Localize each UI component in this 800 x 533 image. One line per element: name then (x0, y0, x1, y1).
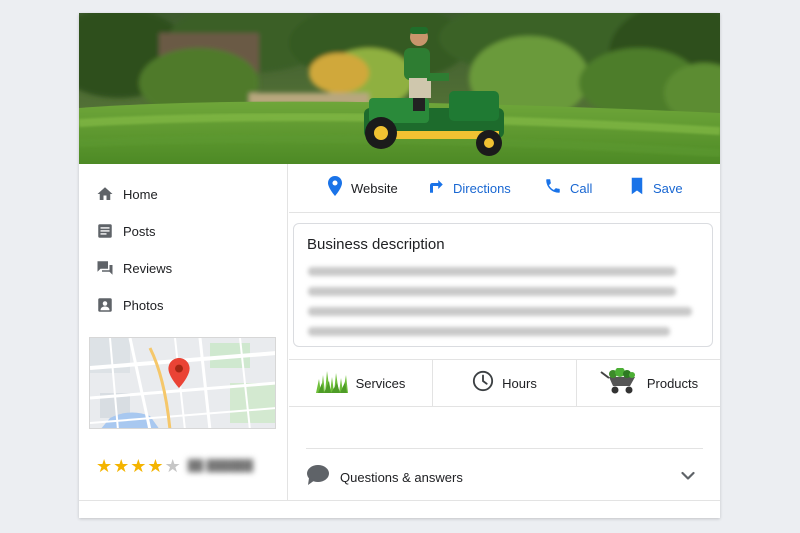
call-button[interactable]: Call (544, 164, 592, 213)
reviews-count-blurred: ██ ██████ (187, 460, 254, 472)
cover-photo[interactable] (79, 13, 720, 164)
save-button[interactable]: Save (629, 164, 683, 213)
save-label: Save (653, 181, 683, 196)
chat-bubble-icon (306, 464, 330, 491)
location-pin-icon (327, 176, 343, 201)
directions-icon (427, 177, 445, 200)
products-label: Products (646, 375, 699, 391)
hours-label: Hours (502, 375, 537, 391)
phone-icon (544, 177, 562, 200)
description-text-blurred (308, 287, 676, 296)
description-text-blurred (308, 327, 670, 336)
nav-item-photos[interactable]: Photos (95, 291, 275, 319)
hours-tile[interactable]: Hours (433, 360, 577, 406)
star-icon: ★ (130, 456, 147, 476)
sidebar: Home Posts Reviews Photos ★ ★ ★ ★ ★ ██ █… (79, 164, 288, 500)
rating-summary[interactable]: ★ ★ ★ ★ ★ ██ ██████ (96, 457, 253, 475)
description-text-blurred (308, 307, 692, 316)
nav-item-label: Reviews (123, 260, 173, 276)
website-button[interactable]: Website (327, 164, 398, 213)
clock-icon (472, 370, 494, 397)
map-pin-icon (168, 358, 190, 393)
home-icon (95, 184, 115, 204)
nav-item-label: Photos (123, 297, 164, 313)
photos-icon (95, 295, 115, 315)
nav-item-label: Home (123, 186, 158, 202)
website-label: Website (351, 181, 398, 196)
nav-item-label: Posts (123, 223, 156, 239)
chevron-down-icon[interactable] (681, 468, 695, 486)
star-icon: ★ (147, 456, 164, 476)
business-profile-card: Home Posts Reviews Photos ★ ★ ★ ★ ★ ██ █… (79, 13, 720, 518)
description-text-blurred (308, 267, 676, 276)
nav-item-reviews[interactable]: Reviews (95, 254, 275, 282)
nav-item-home[interactable]: Home (95, 180, 275, 208)
business-description-card: Business description (293, 223, 713, 347)
directions-button[interactable]: Directions (427, 164, 511, 213)
questions-answers-label: Questions & answers (340, 469, 463, 485)
info-tiles: Services Hours Products (289, 359, 720, 407)
wheelbarrow-icon (599, 366, 639, 399)
star-icon: ★ (113, 456, 130, 476)
reviews-icon (95, 258, 115, 278)
action-bar: Website Directions Call Save (289, 164, 720, 213)
star-icon: ★ (96, 456, 113, 476)
grass-icon (315, 369, 348, 398)
star-icon: ★ (164, 456, 181, 476)
divider (306, 448, 703, 449)
map-thumbnail[interactable] (89, 337, 276, 429)
business-description-title: Business description (307, 236, 445, 253)
directions-label: Directions (453, 181, 511, 196)
call-label: Call (570, 181, 593, 196)
divider (79, 500, 720, 501)
bookmark-icon (629, 177, 645, 200)
questions-answers-row[interactable]: Questions & answers (306, 460, 703, 494)
products-tile[interactable]: Products (577, 360, 720, 406)
nav-item-posts[interactable]: Posts (95, 217, 275, 245)
services-label: Services (355, 375, 406, 391)
posts-icon (95, 221, 115, 241)
services-tile[interactable]: Services (289, 360, 433, 406)
